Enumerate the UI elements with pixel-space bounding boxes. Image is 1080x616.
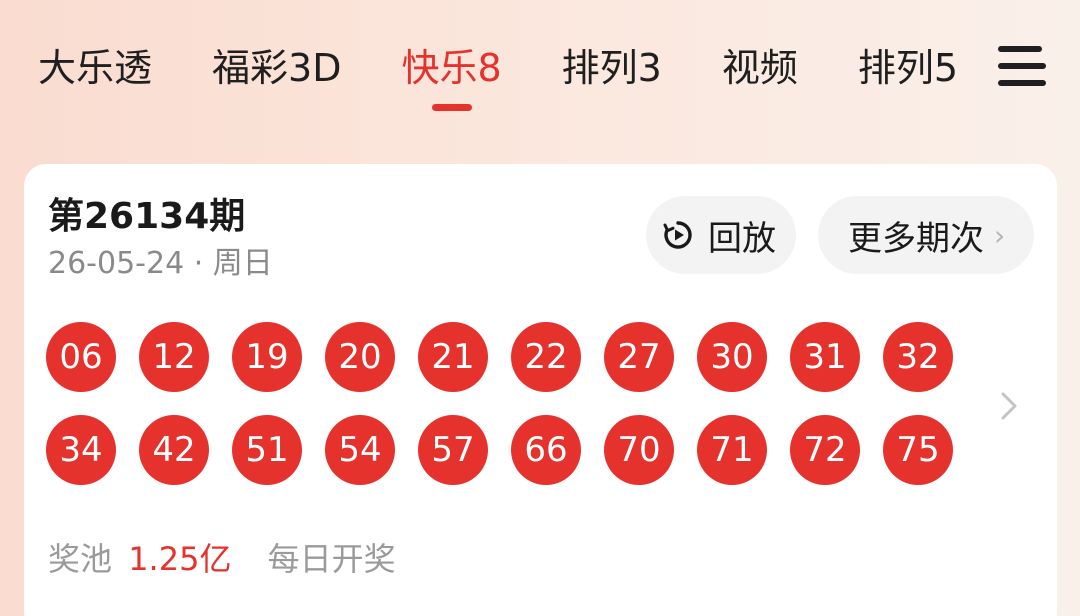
number-ball: 75: [883, 415, 953, 485]
draw-schedule: 每日开奖: [267, 540, 396, 578]
tab-label: 排列5: [857, 46, 959, 90]
number-ball: 19: [232, 322, 302, 392]
more-issues-button[interactable]: 更多期次 ›: [818, 196, 1034, 274]
number-ball: 12: [139, 322, 209, 392]
draw-result-card: 第26134期 26-05-24 · 周日 回放 更多期次 › 06 12 19 20…: [24, 164, 1057, 616]
issue-number: 第26134期: [48, 196, 246, 237]
top-tab-bar: 大乐透 福彩3D 快乐8 排列3 视频 排列5: [0, 0, 1080, 140]
number-ball: 06: [46, 322, 116, 392]
number-ball: 70: [604, 415, 674, 485]
number-ball: 27: [604, 322, 674, 392]
number-ball: 71: [697, 415, 767, 485]
number-ball: 31: [790, 322, 860, 392]
number-ball: 72: [790, 415, 860, 485]
number-ball: 54: [325, 415, 395, 485]
replay-label: 回放: [708, 218, 776, 259]
tab-daletou[interactable]: 大乐透: [38, 40, 152, 96]
prize-pool-amount: 1.25亿: [128, 540, 232, 578]
menu-icon[interactable]: [998, 44, 1048, 88]
lottery-tabs: 大乐透 福彩3D 快乐8 排列3 视频 排列5: [38, 40, 968, 120]
draw-date: 26-05-24 · 周日: [48, 246, 273, 281]
tab-fucai-3d[interactable]: 福彩3D: [212, 40, 341, 96]
replay-icon: [663, 221, 692, 249]
number-ball: 20: [325, 322, 395, 392]
tab-label: 快乐8: [401, 46, 502, 90]
tab-kuaile-8[interactable]: 快乐8: [401, 40, 502, 111]
winning-numbers: 06 12 19 20 21 22 27 30 31 32 34 42 51 54 57 66 70 71 72 75: [46, 322, 986, 502]
replay-button[interactable]: 回放: [646, 196, 796, 274]
number-ball: 32: [883, 322, 953, 392]
number-ball: 51: [232, 415, 302, 485]
chevron-right-icon: ›: [994, 218, 1006, 252]
chevron-right-icon[interactable]: [994, 386, 1024, 426]
active-tab-indicator: [431, 104, 472, 111]
tab-pailie-3[interactable]: 排列3: [562, 40, 662, 96]
tab-label: 大乐透: [38, 46, 153, 90]
number-ball: 30: [697, 322, 767, 392]
number-ball: 42: [139, 415, 209, 485]
tab-pailie-5[interactable]: 排列5: [858, 40, 958, 96]
tab-video[interactable]: 视频: [722, 40, 798, 96]
number-ball: 21: [418, 322, 488, 392]
prize-pool-label: 奖池: [48, 540, 113, 578]
number-ball: 34: [46, 415, 116, 485]
tab-label: 排列3: [561, 46, 662, 90]
tab-label: 福彩3D: [212, 46, 342, 90]
number-ball: 57: [418, 415, 488, 485]
tab-label: 视频: [721, 46, 798, 90]
prize-pool-info: 奖池 1.25亿 每日开奖: [48, 536, 396, 582]
number-ball: 66: [511, 415, 581, 485]
number-ball: 22: [511, 322, 581, 392]
more-issues-label: 更多期次: [848, 218, 984, 259]
